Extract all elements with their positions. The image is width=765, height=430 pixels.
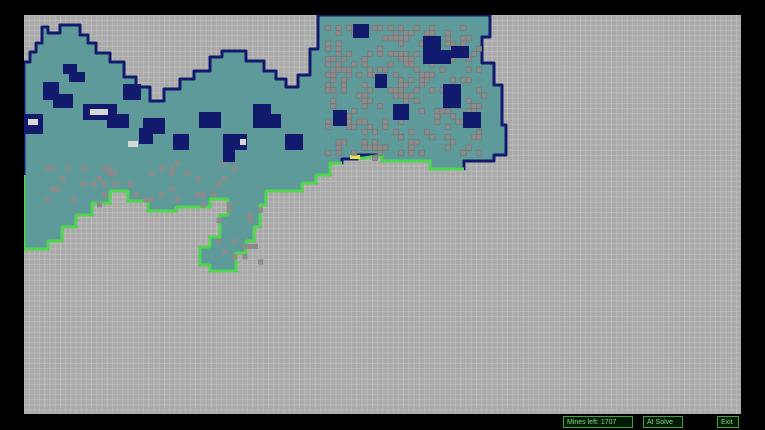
unrevealed-pocket[interactable]	[333, 110, 347, 126]
unrevealed-island[interactable]	[240, 139, 246, 145]
unrevealed-pocket[interactable]	[173, 134, 189, 150]
unrevealed-pocket[interactable]	[463, 112, 481, 128]
unrevealed-pocket[interactable]	[199, 112, 221, 128]
ai-solve-button[interactable]: AI Solve	[643, 416, 683, 428]
exit-button[interactable]: Exit	[717, 416, 739, 428]
unrevealed-pocket[interactable]	[285, 134, 303, 150]
unrevealed-pocket[interactable]	[353, 24, 369, 38]
unrevealed-island[interactable]	[28, 119, 38, 125]
unrevealed-island[interactable]	[90, 109, 108, 115]
unrevealed-pocket[interactable]	[375, 74, 387, 88]
minefield-grid[interactable]	[24, 15, 741, 414]
unrevealed-pocket[interactable]	[451, 46, 469, 58]
unrevealed-island[interactable]	[128, 141, 138, 147]
mines-left-counter: Mines left: 1707	[563, 416, 633, 428]
minefield[interactable]	[24, 15, 741, 414]
unrevealed-pocket[interactable]	[393, 104, 409, 120]
unrevealed-pocket[interactable]	[443, 84, 461, 108]
unrevealed-pocket[interactable]	[123, 84, 141, 100]
